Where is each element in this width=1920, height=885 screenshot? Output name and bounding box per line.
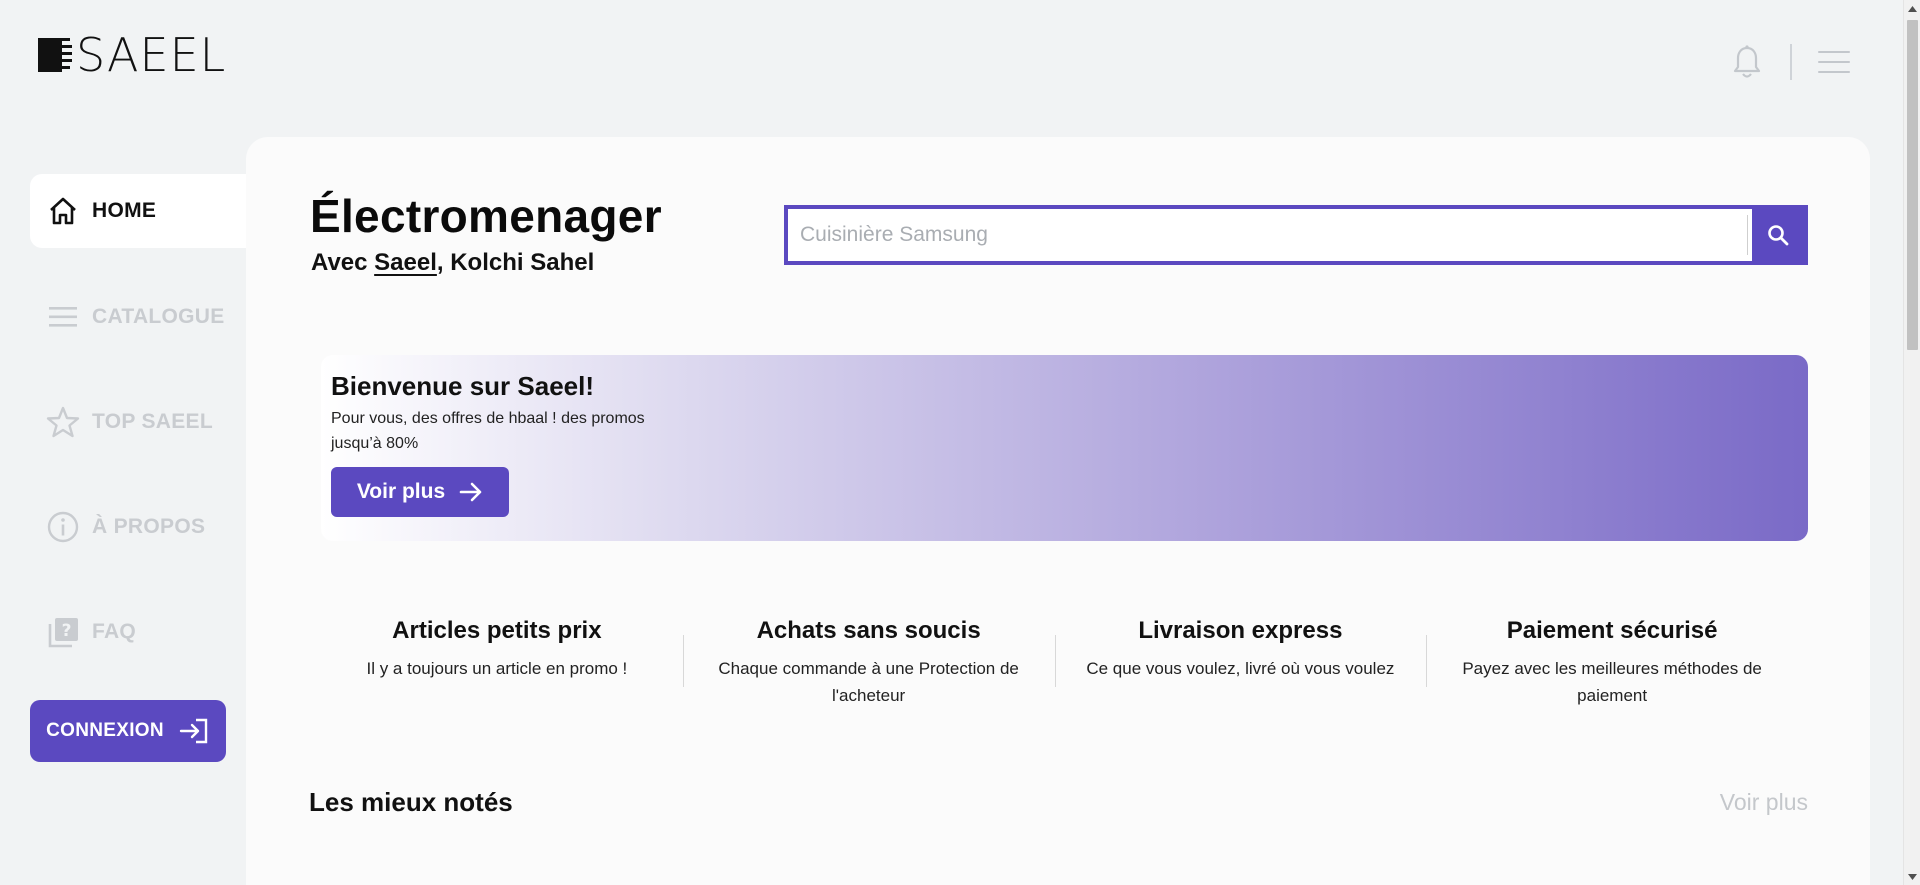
page: SAEEL HOME CATALOGUE TOP SAEEL À PROPOS … xyxy=(0,0,1920,885)
promo-banner: Bienvenue sur Saeel! Pour vous, des offr… xyxy=(321,355,1808,541)
feature-item: Articles petits prix Il y a toujours un … xyxy=(311,617,683,709)
sidebar-item-label: À PROPOS xyxy=(92,515,206,538)
search-input[interactable] xyxy=(788,209,1747,261)
page-subtitle: Avec Saeel, Kolchi Sahel xyxy=(311,249,594,277)
header-divider xyxy=(1790,44,1792,80)
sidebar-item-label: HOME xyxy=(92,199,157,222)
list-icon xyxy=(46,300,80,334)
bell-icon[interactable] xyxy=(1732,44,1762,80)
search-bar xyxy=(784,205,1808,265)
sidebar-item-a-propos[interactable]: À PROPOS xyxy=(30,490,246,564)
subtitle-suffix: , Kolchi Sahel xyxy=(436,249,595,276)
sidebar: HOME CATALOGUE TOP SAEEL À PROPOS ? FAQ xyxy=(0,0,246,885)
sidebar-item-catalogue[interactable]: CATALOGUE xyxy=(30,280,246,354)
search-button[interactable] xyxy=(1752,209,1804,261)
feature-title: Livraison express xyxy=(1138,617,1343,644)
sidebar-item-top-saeel[interactable]: TOP SAEEL xyxy=(30,385,246,459)
login-icon xyxy=(179,718,208,744)
scroll-down-arrow-icon[interactable] xyxy=(1904,868,1920,885)
search-icon xyxy=(1768,225,1789,246)
section-voir-plus-link[interactable]: Voir plus xyxy=(1720,789,1808,816)
feature-text: Payez avec les meilleures méthodes de pa… xyxy=(1462,659,1762,705)
feature-text: Chaque commande à une Protection de l'ac… xyxy=(718,659,1019,705)
page-scrollbar[interactable] xyxy=(1903,0,1920,885)
banner-button-label: Voir plus xyxy=(356,480,446,503)
banner-title: Bienvenue sur Saeel! xyxy=(331,371,594,401)
feature-text: Il y a toujours un article en promo ! xyxy=(366,659,628,678)
sidebar-item-label: TOP SAEEL xyxy=(92,410,213,433)
login-button-label: CONNEXION xyxy=(46,720,164,741)
home-icon xyxy=(46,194,80,228)
main-panel: Électromenager Avec Saeel, Kolchi Sahel … xyxy=(246,137,1870,885)
scrollbar-thumb[interactable] xyxy=(1907,20,1918,350)
hamburger-icon[interactable] xyxy=(1818,51,1850,73)
subtitle-prefix: Avec xyxy=(311,249,375,276)
banner-text: Pour vous, des offres de hbaal ! des pro… xyxy=(331,410,645,452)
svg-text:?: ? xyxy=(62,621,72,641)
feature-item: Livraison express Ce que vous voulez, li… xyxy=(1054,617,1427,709)
feature-item: Achats sans soucis Chaque commande à une… xyxy=(682,617,1055,709)
sidebar-item-home[interactable]: HOME xyxy=(30,174,246,248)
banner-voir-plus-button[interactable]: Voir plus xyxy=(331,467,509,517)
feature-title: Articles petits prix xyxy=(392,617,602,644)
question-icon: ? xyxy=(46,615,80,649)
scroll-up-arrow-icon[interactable] xyxy=(1904,0,1920,17)
feature-title: Achats sans soucis xyxy=(756,617,981,644)
page-title: Électromenager xyxy=(310,190,662,242)
subtitle-link[interactable]: Saeel xyxy=(374,249,437,276)
feature-item: Paiement sécurisé Payez avec les meilleu… xyxy=(1426,617,1798,709)
search-separator xyxy=(1747,215,1748,255)
login-button[interactable]: CONNEXION xyxy=(30,700,226,762)
arrow-right-icon xyxy=(459,482,482,502)
info-icon xyxy=(46,510,80,544)
header-actions xyxy=(1732,44,1850,80)
sidebar-item-faq[interactable]: ? FAQ xyxy=(30,595,246,669)
feature-title: Paiement sécurisé xyxy=(1506,617,1718,644)
star-icon xyxy=(46,405,80,439)
feature-text: Ce que vous voulez, livré où vous voulez xyxy=(1086,659,1395,678)
section-title: Les mieux notés xyxy=(309,787,513,817)
features-row: Articles petits prix Il y a toujours un … xyxy=(311,617,1798,709)
sidebar-item-label: CATALOGUE xyxy=(92,305,225,328)
sidebar-item-label: FAQ xyxy=(92,620,137,643)
